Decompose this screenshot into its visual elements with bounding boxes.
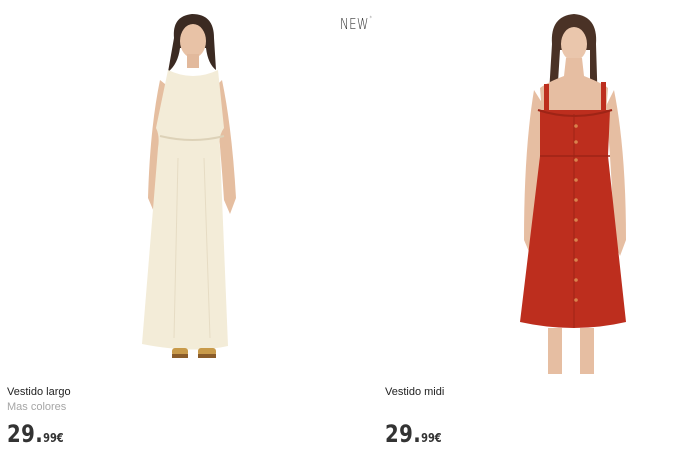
more-colors-label[interactable]: Mas colores	[7, 401, 66, 413]
price-integer: 29.	[385, 420, 422, 448]
price-decimal: 99€	[43, 431, 64, 445]
product-price: 29.99€	[7, 420, 64, 448]
price-integer: 29.	[7, 420, 44, 448]
product-image-vestido-largo[interactable]	[120, 8, 260, 370]
product-card-vestido-midi[interactable]: Vestido midi 29.99€	[378, 0, 696, 464]
product-name[interactable]: Vestido largo	[7, 386, 71, 398]
product-image-vestido-midi[interactable]	[508, 10, 638, 376]
price-decimal: 99€	[421, 431, 442, 445]
product-card-vestido-largo[interactable]: Vestido largo Mas colores 29.99€	[0, 0, 376, 464]
product-price: 29.99€	[385, 420, 442, 448]
product-name[interactable]: Vestido midi	[385, 386, 444, 398]
